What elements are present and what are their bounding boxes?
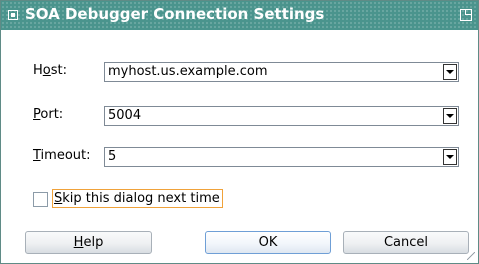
host-label-pre: H	[33, 63, 43, 78]
ok-label: OK	[258, 235, 278, 250]
port-dropdown-button[interactable]	[443, 108, 457, 124]
timeout-label: Timeout:	[33, 148, 91, 163]
help-button[interactable]: Help	[25, 231, 152, 254]
port-value[interactable]: 5004	[108, 108, 141, 123]
skip-label-post: kip this dialog next time	[62, 191, 220, 206]
port-combobox[interactable]: 5004	[104, 106, 459, 126]
host-value[interactable]: myhost.us.example.com	[108, 64, 268, 79]
cancel-label: Cancel	[383, 235, 429, 250]
port-label: Port:	[33, 107, 63, 122]
ok-button[interactable]: OK	[205, 231, 331, 254]
host-combobox[interactable]: myhost.us.example.com	[104, 62, 459, 82]
timeout-label-mnemonic: T	[33, 148, 41, 163]
host-label-mnemonic: o	[42, 63, 51, 78]
host-label: Host:	[33, 63, 67, 78]
connection-settings-dialog: SOA Debugger Connection Settings Host: m…	[0, 0, 479, 264]
skip-dialog-checkbox[interactable]	[33, 192, 48, 207]
resize-grip-icon[interactable]	[467, 252, 475, 260]
cancel-button[interactable]: Cancel	[343, 231, 469, 254]
help-mnemonic: H	[73, 235, 84, 250]
window-menu-icon[interactable]	[8, 10, 18, 20]
title-bar[interactable]: SOA Debugger Connection Settings	[1, 1, 478, 30]
restore-window-icon[interactable]	[460, 9, 472, 21]
timeout-combobox[interactable]: 5	[104, 147, 459, 167]
skip-dialog-label[interactable]: Skip this dialog next time	[52, 189, 223, 208]
timeout-label-post: imeout:	[40, 148, 91, 163]
timeout-value[interactable]: 5	[108, 149, 116, 164]
host-dropdown-button[interactable]	[443, 64, 457, 80]
host-label-post: st:	[50, 63, 67, 78]
timeout-dropdown-button[interactable]	[443, 149, 457, 165]
help-label-post: elp	[83, 235, 104, 250]
port-label-post: ort:	[40, 107, 64, 122]
window-title: SOA Debugger Connection Settings	[25, 5, 325, 23]
